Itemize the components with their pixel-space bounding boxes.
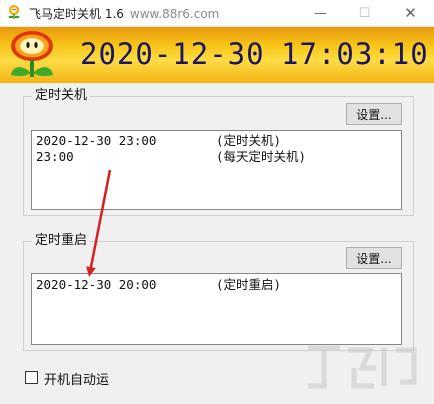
app-title: 飞马定时关机 1.6 bbox=[29, 7, 124, 21]
title-watermark: www.88r6.com bbox=[129, 7, 220, 21]
autostart-label: 开机自动运 bbox=[44, 373, 110, 388]
site-watermark-logo-icon bbox=[308, 345, 417, 389]
current-time: 17:03:10 bbox=[281, 37, 429, 71]
shutdown-group-title: 定时关机 bbox=[32, 88, 91, 104]
list-item-type: (定时重启) bbox=[216, 277, 282, 292]
restart-schedule-list[interactable]: 2020-12-30 20:00 (定时重启) bbox=[31, 273, 402, 345]
restart-settings-button[interactable]: 设置... bbox=[346, 247, 402, 269]
app-flower-icon bbox=[8, 5, 20, 19]
window-title: 飞马定时关机 1.6 www.88r6.com bbox=[29, 5, 219, 22]
fire-flower-logo-icon bbox=[11, 31, 53, 77]
current-date: 2020-12-30 bbox=[80, 37, 265, 71]
shutdown-settings-button[interactable]: 设置... bbox=[346, 103, 402, 125]
shutdown-schedule-list[interactable]: 2020-12-30 23:00 (定时关机) 23:00 (每天定时关机) bbox=[31, 130, 402, 210]
list-item-type: (定时关机) bbox=[216, 133, 282, 148]
autostart-checkbox[interactable] bbox=[25, 371, 38, 384]
restart-group: 定时重启 设置... 2020-12-30 20:00 (定时重启) bbox=[23, 233, 414, 351]
close-button[interactable]: ✕ bbox=[388, 0, 433, 26]
restart-group-title: 定时重启 bbox=[32, 233, 91, 249]
maximize-button[interactable]: ☐ bbox=[342, 0, 387, 26]
shutdown-group: 定时关机 设置... 2020-12-30 23:00 (定时关机) 23:00… bbox=[23, 88, 414, 216]
title-bar: 飞马定时关机 1.6 www.88r6.com — ☐ ✕ bbox=[0, 0, 434, 27]
list-item-type: (每天定时关机) bbox=[216, 149, 307, 164]
clock-banner: 2020-12-30 17:03:10 bbox=[0, 27, 434, 83]
minimize-button[interactable]: — bbox=[298, 0, 343, 26]
list-item-time: 2020-12-30 23:00 bbox=[36, 133, 157, 148]
list-item-time: 23:00 bbox=[36, 149, 74, 164]
list-item-time: 2020-12-30 20:00 bbox=[36, 277, 157, 292]
